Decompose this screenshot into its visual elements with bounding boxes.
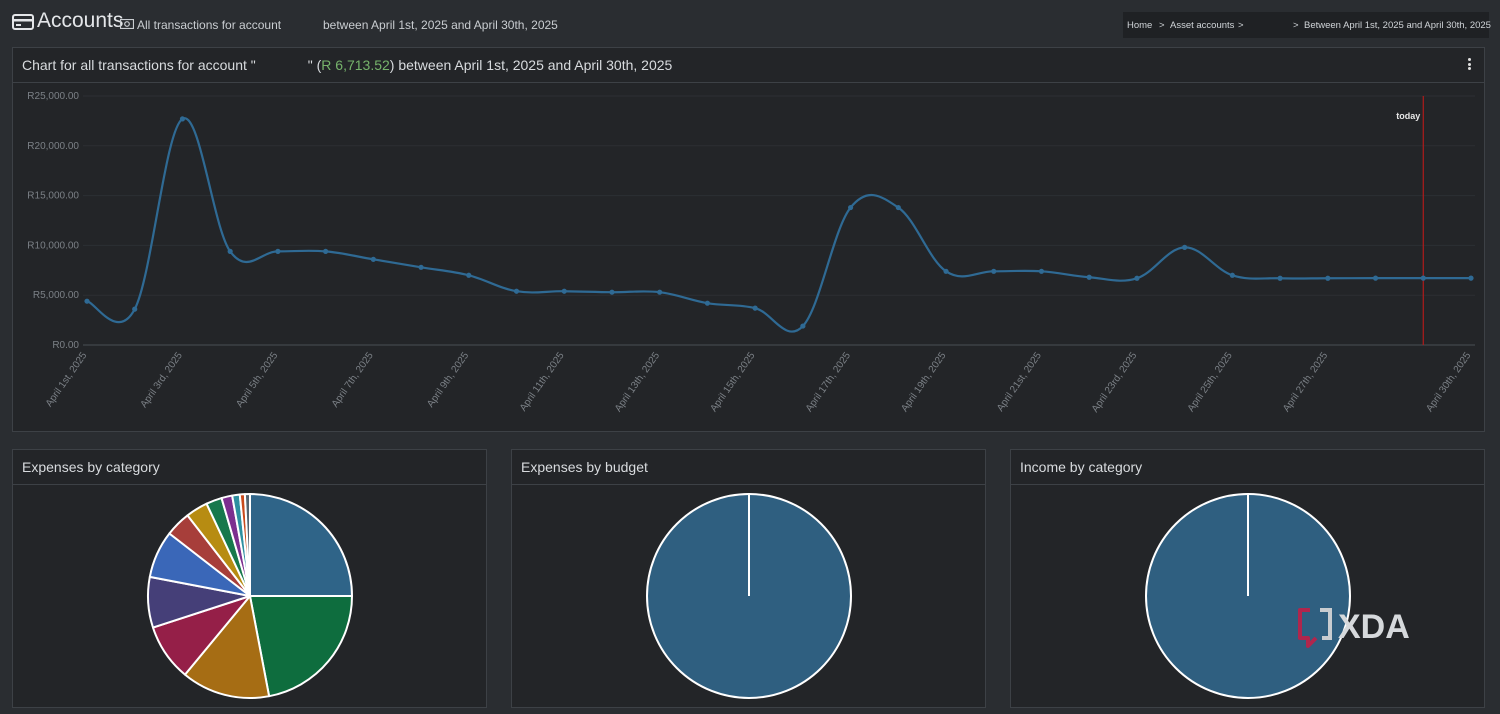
x-tick-label: April 30th, 2025 [1424, 350, 1473, 414]
data-point[interactable] [1182, 244, 1188, 250]
data-point[interactable] [895, 204, 901, 211]
data-point[interactable] [1038, 268, 1045, 274]
panel-header: Income by category [1011, 450, 1484, 485]
data-point[interactable] [609, 289, 615, 295]
data-point[interactable] [132, 306, 138, 312]
y-tick-label: R10,000.00 [27, 240, 79, 251]
data-point[interactable] [1468, 275, 1474, 281]
chart-title-mid: " ( [307, 57, 322, 73]
breadcrumb-asset-accounts-link[interactable]: Asset accounts [1170, 20, 1234, 31]
y-tick-label: R5,000.00 [33, 290, 80, 301]
x-tick-label: April 17th, 2025 [804, 350, 853, 414]
series-line [86, 117, 1471, 333]
chart-title-suffix: ) between April 1st, 2025 and April 30th… [389, 57, 673, 73]
expenses-by-budget-panel: Expenses by budget [511, 449, 986, 708]
y-tick-label: R20,000.00 [27, 141, 79, 152]
xda-logo-text: XDA [1338, 608, 1410, 646]
money-icon [120, 19, 134, 29]
data-point[interactable] [847, 204, 854, 211]
x-tick-label: April 3rd, 2025 [139, 350, 186, 410]
x-tick-label: April 25th, 2025 [1186, 350, 1235, 414]
xda-logo: XDA [1298, 608, 1410, 648]
credit-card-icon [12, 14, 34, 30]
breadcrumb-current: Between April 1st, 2025 and April 30th, … [1304, 20, 1491, 31]
data-point[interactable] [84, 298, 90, 304]
x-tick-label: April 11th, 2025 [518, 350, 567, 413]
pie-slice[interactable] [249, 493, 353, 597]
chart-title-prefix: Chart for all transactions for account " [22, 57, 256, 73]
data-point[interactable] [275, 248, 281, 254]
data-point[interactable] [561, 288, 567, 294]
data-point[interactable] [991, 268, 997, 274]
breadcrumb-separator: > [1238, 20, 1244, 31]
data-point[interactable] [943, 268, 949, 274]
balance-line-chart: R0.00 R5,000.00 R10,000.00 R15,000.00 R20,00… [27, 91, 1475, 415]
account-balance: R 6,713.52 [321, 57, 390, 73]
panel-header: Expenses by budget [512, 450, 985, 485]
data-point[interactable] [704, 300, 711, 306]
data-point[interactable] [1134, 275, 1140, 281]
data-point[interactable] [800, 323, 806, 329]
data-point[interactable] [1086, 274, 1092, 280]
x-tick-label: April 1st, 2025 [44, 350, 90, 409]
data-point[interactable] [1277, 275, 1283, 281]
data-point[interactable] [323, 248, 329, 254]
breadcrumb: Home > Asset accounts > > Between April … [1123, 12, 1491, 38]
chart-panel-title: Chart for all transactions for account "… [22, 57, 672, 73]
y-tick-label: R25,000.00 [27, 91, 79, 102]
data-point[interactable] [657, 289, 663, 295]
panel-header: Expenses by category [13, 450, 486, 485]
data-point[interactable] [1420, 275, 1426, 281]
data-point[interactable] [1325, 275, 1331, 281]
breadcrumb-separator: > [1293, 20, 1299, 31]
data-point[interactable] [418, 264, 424, 270]
x-tick-label: April 7th, 2025 [330, 350, 376, 409]
page-subtitle-right: between April 1st, 2025 and April 30th, … [323, 18, 558, 32]
panel-header: Chart for all transactions for account "… [13, 48, 1484, 83]
data-point[interactable] [1229, 272, 1235, 278]
breadcrumb-home-link[interactable]: Home [1127, 20, 1152, 31]
expenses-by-category-pie [147, 493, 353, 699]
income-by-category-panel: Income by category [1010, 449, 1485, 708]
data-point[interactable] [227, 248, 233, 254]
x-tick-label: April 9th, 2025 [425, 350, 471, 409]
balance-chart-panel: Chart for all transactions for account "… [12, 47, 1485, 432]
expenses-by-category-panel: Expenses by category [12, 449, 487, 708]
panel-title: Expenses by budget [521, 459, 648, 475]
y-tick-label: R0.00 [52, 340, 79, 351]
more-options-icon[interactable] [1468, 58, 1472, 72]
x-tick-label: April 21st, 2025 [995, 350, 1044, 414]
x-tick-label: April 27th, 2025 [1281, 350, 1330, 414]
y-tick-label: R15,000.00 [27, 191, 79, 202]
expenses-by-budget-pie [646, 493, 852, 699]
panel-title: Expenses by category [22, 459, 160, 475]
data-point[interactable] [752, 305, 758, 311]
data-point[interactable] [466, 272, 472, 278]
data-point[interactable] [179, 116, 186, 122]
breadcrumb-separator: > [1159, 20, 1165, 31]
today-marker-label: today [1396, 111, 1420, 121]
data-point[interactable] [370, 256, 376, 262]
page-title: Accounts [37, 9, 124, 32]
x-tick-label: April 15th, 2025 [708, 350, 757, 414]
data-point[interactable] [513, 288, 520, 294]
page-subtitle-left: All transactions for account [137, 18, 282, 32]
x-tick-label: April 13th, 2025 [613, 350, 662, 414]
income-by-category-pie [1145, 493, 1351, 699]
x-tick-label: April 23rd, 2025 [1090, 350, 1140, 415]
x-tick-label: April 5th, 2025 [234, 350, 280, 409]
panel-title: Income by category [1020, 459, 1143, 475]
data-point[interactable] [1372, 275, 1379, 281]
x-tick-label: April 19th, 2025 [899, 350, 948, 414]
